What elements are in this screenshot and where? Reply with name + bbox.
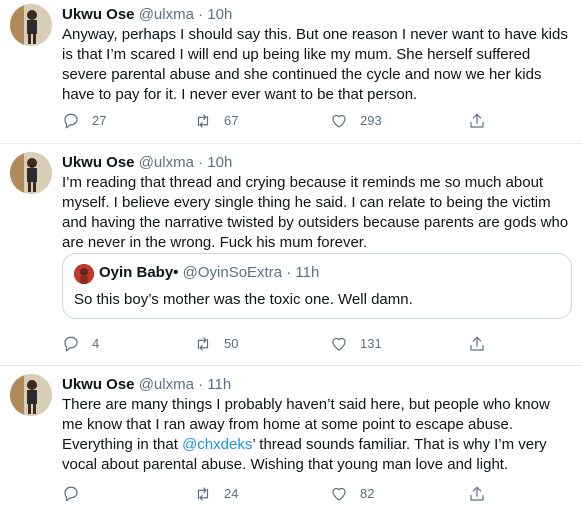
tweet-text: Anyway, perhaps I should say this. But o… — [62, 26, 568, 103]
like-button[interactable]: 82 — [330, 482, 374, 506]
display-name[interactable]: Ukwu Ose — [62, 6, 135, 23]
quoted-text: So this boy’s mother was the toxic one. … — [74, 291, 413, 308]
display-name[interactable]: Ukwu Ose — [62, 154, 135, 171]
like-button[interactable]: 293 — [330, 109, 382, 133]
tweet[interactable]: Ukwu Ose @ulxma · 10h I’m reading that t… — [0, 144, 582, 366]
timestamp[interactable]: 10h — [207, 6, 232, 23]
user-handle[interactable]: @ulxma — [139, 154, 194, 171]
user-handle[interactable]: @ulxma — [139, 376, 194, 393]
separator-dot: · — [198, 6, 204, 23]
like-count: 293 — [360, 113, 382, 128]
share-icon — [468, 485, 486, 503]
user-handle[interactable]: @ulxma — [139, 6, 194, 23]
quoted-tweet[interactable]: Oyin Baby• @OyinSoExtra · 11h So this bo… — [62, 253, 572, 319]
share-button[interactable] — [468, 332, 486, 356]
tweet-text: There are many things I probably haven’t… — [62, 395, 574, 475]
reply-button[interactable]: 4 — [62, 332, 99, 356]
retweet-icon — [194, 485, 212, 503]
quoted-timestamp: 11h — [295, 264, 320, 281]
timestamp[interactable]: 11h — [207, 376, 231, 393]
share-button[interactable] — [468, 482, 486, 506]
tweet[interactable]: Ukwu Ose @ulxma · 11h There are many thi… — [0, 366, 582, 511]
retweet-icon — [194, 112, 212, 130]
reply-count: 4 — [92, 336, 100, 351]
tweet-header: Ukwu Ose @ulxma · 10h — [62, 5, 232, 25]
share-icon — [468, 335, 486, 353]
mention-link[interactable]: @chxdeks — [182, 436, 252, 453]
separator-dot: · — [198, 154, 204, 171]
like-count: 131 — [360, 336, 382, 351]
share-button[interactable] — [468, 109, 486, 133]
quoted-display-name: Oyin Baby• — [99, 264, 179, 281]
tweet-header: Ukwu Ose @ulxma · 11h — [62, 375, 231, 395]
like-button[interactable]: 131 — [330, 332, 382, 356]
reply-count: 27 — [92, 113, 107, 128]
avatar[interactable] — [10, 152, 52, 194]
tweet-text: I’m reading that thread and crying becau… — [62, 174, 569, 251]
retweet-button[interactable]: 24 — [194, 482, 238, 506]
avatar[interactable] — [10, 4, 52, 46]
separator-dot: · — [286, 264, 292, 281]
reply-button[interactable]: 27 — [62, 109, 106, 133]
quoted-handle: @OyinSoExtra — [182, 264, 283, 281]
retweet-button[interactable]: 50 — [194, 332, 238, 356]
action-bar: 27 67 293 — [58, 109, 538, 133]
retweet-count: 24 — [224, 486, 239, 501]
tweet-feed: Ukwu Ose @ulxma · 10h Anyway, perhaps I … — [0, 0, 582, 511]
tweet[interactable]: Ukwu Ose @ulxma · 10h Anyway, perhaps I … — [0, 0, 582, 144]
heart-icon — [330, 485, 348, 503]
quoted-avatar — [74, 264, 94, 284]
heart-icon — [330, 112, 348, 130]
quoted-header: Oyin Baby• @OyinSoExtra · 11h — [99, 263, 319, 283]
retweet-count: 67 — [224, 113, 239, 128]
avatar[interactable] — [10, 374, 52, 416]
heart-icon — [330, 335, 348, 353]
retweet-count: 50 — [224, 336, 239, 351]
share-icon — [468, 112, 486, 130]
separator-dot: · — [198, 376, 204, 393]
display-name[interactable]: Ukwu Ose — [62, 376, 135, 393]
action-bar: 24 82 — [58, 482, 538, 506]
timestamp[interactable]: 10h — [207, 154, 232, 171]
reply-icon — [62, 112, 80, 130]
retweet-button[interactable]: 67 — [194, 109, 238, 133]
action-bar: 4 50 131 — [58, 332, 538, 356]
reply-icon — [62, 485, 80, 503]
tweet-header: Ukwu Ose @ulxma · 10h — [62, 153, 232, 173]
reply-button[interactable] — [62, 482, 92, 506]
reply-icon — [62, 335, 80, 353]
like-count: 82 — [360, 486, 375, 501]
retweet-icon — [194, 335, 212, 353]
